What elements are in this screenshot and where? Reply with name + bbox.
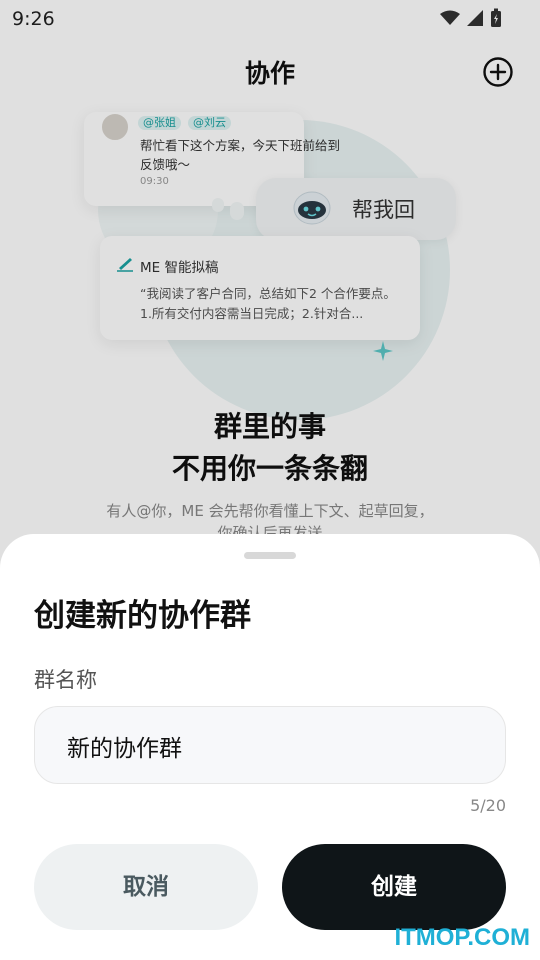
group-name-label: 群名称 <box>34 668 97 692</box>
group-name-input[interactable]: 新的协作群 <box>34 706 506 784</box>
cancel-button[interactable]: 取消 <box>34 844 258 930</box>
sheet-title: 创建新的协作群 <box>34 598 251 634</box>
watermark: ITMOP.COM <box>394 924 530 951</box>
create-group-sheet: 创建新的协作群 群名称 新的协作群 5/20 取消 创建 <box>0 534 540 960</box>
drag-handle[interactable] <box>244 552 296 559</box>
group-name-value: 新的协作群 <box>67 736 182 762</box>
create-button[interactable]: 创建 <box>282 844 506 930</box>
char-counter: 5/20 <box>470 796 506 815</box>
